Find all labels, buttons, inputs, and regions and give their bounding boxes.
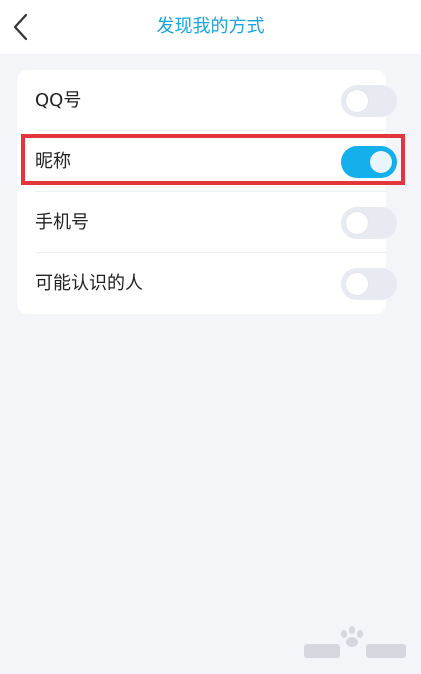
settings-card: QQ号 昵称 手机号 可能认识的人 bbox=[17, 70, 397, 314]
toggle-switch-qq[interactable] bbox=[341, 84, 397, 117]
toggle-switch-nickname[interactable] bbox=[341, 145, 397, 178]
toggle-switch-phone[interactable] bbox=[341, 206, 397, 239]
setting-label-people-you-may-know: 可能认识的人 bbox=[35, 272, 143, 294]
toggle-knob bbox=[346, 89, 368, 112]
toggle-switch-people-you-may-know[interactable] bbox=[341, 267, 397, 300]
setting-label-phone: 手机号 bbox=[35, 211, 89, 233]
setting-row-nickname: 昵称 bbox=[17, 131, 397, 192]
setting-label-qq: QQ号 bbox=[35, 89, 82, 111]
setting-label-nickname: 昵称 bbox=[35, 150, 71, 172]
setting-row-phone: 手机号 bbox=[17, 192, 397, 253]
baidu-jingyan-watermark bbox=[304, 626, 406, 658]
toggle-knob bbox=[346, 211, 368, 234]
header-bar: 发现我的方式 bbox=[0, 0, 421, 54]
page-title: 发现我的方式 bbox=[156, 16, 265, 37]
setting-row-qq: QQ号 bbox=[17, 70, 397, 131]
toggle-knob bbox=[346, 272, 368, 295]
setting-row-people-you-may-know: 可能认识的人 bbox=[17, 253, 397, 314]
toggle-knob bbox=[370, 150, 392, 173]
